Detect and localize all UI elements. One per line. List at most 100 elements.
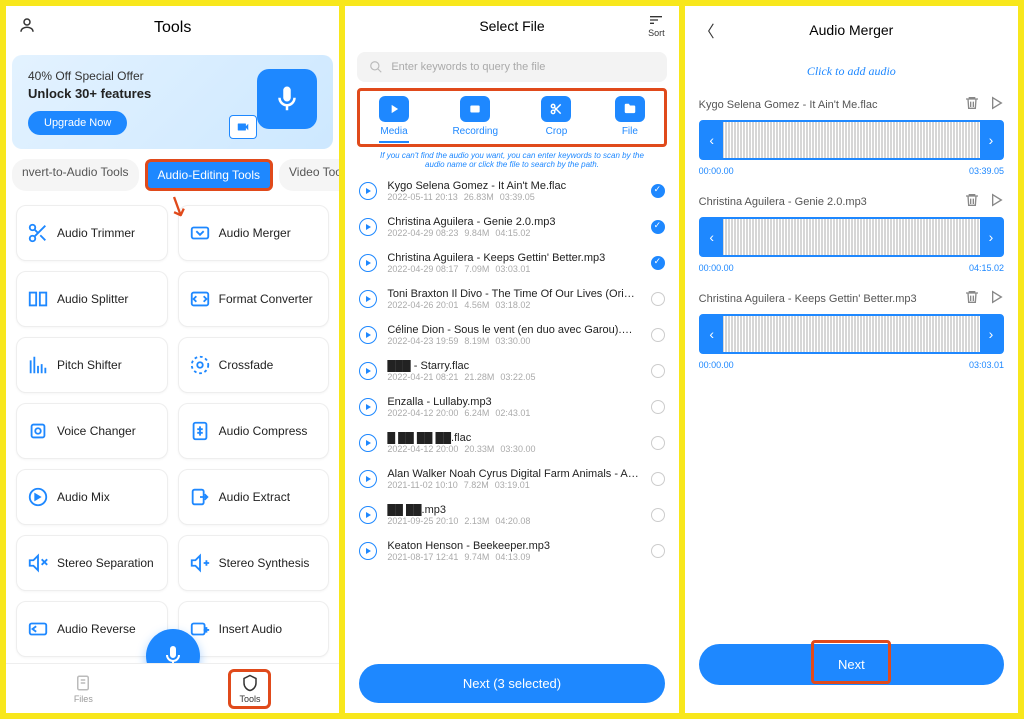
- next-button[interactable]: Next: [699, 644, 1004, 685]
- waveform-canvas: [723, 219, 980, 255]
- back-button[interactable]: 〈: [699, 18, 715, 42]
- tab-file[interactable]: File: [615, 96, 645, 143]
- play-icon[interactable]: [359, 362, 377, 380]
- profile-icon[interactable]: [18, 16, 36, 39]
- file-row[interactable]: Christina Aguilera - Keeps Gettin' Bette…: [345, 245, 678, 281]
- trim-right-handle[interactable]: ›: [980, 316, 1002, 352]
- tab-video-tools[interactable]: Video Tools: [279, 159, 339, 191]
- play-icon[interactable]: [359, 434, 377, 452]
- trim-left-handle[interactable]: ‹: [701, 316, 723, 352]
- play-icon[interactable]: [359, 542, 377, 560]
- search-placeholder: Enter keywords to query the file: [391, 61, 545, 73]
- tool-audio-extract[interactable]: Audio Extract: [178, 469, 330, 525]
- file-name: Keaton Henson - Beekeeper.mp3: [387, 540, 640, 552]
- waveform[interactable]: ‹ ›: [699, 314, 1004, 354]
- select-checkbox[interactable]: [651, 184, 665, 198]
- tool-insert-audio[interactable]: Insert Audio: [178, 601, 330, 657]
- select-checkbox[interactable]: [651, 400, 665, 414]
- file-info: Enzalla - Lullaby.mp3 2022-04-12 20:006.…: [387, 396, 640, 418]
- file-row[interactable]: Céline Dion - Sous le vent (en duo avec …: [345, 317, 678, 353]
- tool-pitch-shifter[interactable]: Pitch Shifter: [16, 337, 168, 393]
- add-audio-link[interactable]: Click to add audio: [685, 54, 1018, 89]
- play-icon[interactable]: [988, 95, 1004, 114]
- file-row[interactable]: Enzalla - Lullaby.mp3 2022-04-12 20:006.…: [345, 389, 678, 425]
- select-checkbox[interactable]: [651, 436, 665, 450]
- file-list[interactable]: Kygo Selena Gomez - It Ain't Me.flac 202…: [345, 173, 678, 654]
- tool-audio-merger[interactable]: Audio Merger: [178, 205, 330, 261]
- file-row[interactable]: Alan Walker Noah Cyrus Digital Farm Anim…: [345, 461, 678, 497]
- play-icon[interactable]: [359, 506, 377, 524]
- tool-audio-mix[interactable]: Audio Mix: [16, 469, 168, 525]
- waveform[interactable]: ‹ ›: [699, 217, 1004, 257]
- waveform-canvas: [723, 316, 980, 352]
- select-checkbox[interactable]: [651, 544, 665, 558]
- tab-convert-audio[interactable]: nvert-to-Audio Tools: [12, 159, 139, 191]
- select-checkbox[interactable]: [651, 328, 665, 342]
- trim-right-handle[interactable]: ›: [980, 122, 1002, 158]
- file-row[interactable]: ███ - Starry.flac 2022-04-21 08:2121.28M…: [345, 353, 678, 389]
- track-times: 00:00.0004:15.02: [699, 263, 1004, 273]
- tool-voice-changer[interactable]: Voice Changer: [16, 403, 168, 459]
- tool-stereo-synthesis[interactable]: Stereo Synthesis: [178, 535, 330, 591]
- tool-audio-compress[interactable]: Audio Compress: [178, 403, 330, 459]
- select-checkbox[interactable]: [651, 364, 665, 378]
- recording-icon: [460, 96, 490, 122]
- trim-left-handle[interactable]: ‹: [701, 219, 723, 255]
- waveform[interactable]: ‹ ›: [699, 120, 1004, 160]
- play-icon[interactable]: [359, 326, 377, 344]
- play-icon[interactable]: [359, 254, 377, 272]
- trim-left-handle[interactable]: ‹: [701, 122, 723, 158]
- play-icon[interactable]: [359, 218, 377, 236]
- compress-icon: [189, 420, 211, 442]
- next-button[interactable]: Next (3 selected): [359, 664, 664, 703]
- file-row[interactable]: ██ ██.mp3 2021-09-25 20:102.13M04:20.08: [345, 497, 678, 533]
- file-meta: 2022-04-29 08:177.09M03:03.01: [387, 264, 640, 274]
- sort-button[interactable]: Sort: [648, 14, 665, 38]
- tab-media[interactable]: Media: [379, 96, 409, 143]
- delete-icon[interactable]: [964, 289, 980, 308]
- upgrade-button[interactable]: Upgrade Now: [28, 111, 127, 135]
- select-checkbox[interactable]: [651, 292, 665, 306]
- play-icon[interactable]: [988, 192, 1004, 211]
- delete-icon[interactable]: [964, 95, 980, 114]
- tab-crop[interactable]: Crop: [541, 96, 571, 143]
- nav-files[interactable]: Files: [74, 674, 93, 704]
- file-row[interactable]: Keaton Henson - Beekeeper.mp3 2021-08-17…: [345, 533, 678, 569]
- play-icon[interactable]: [359, 290, 377, 308]
- search-input[interactable]: Enter keywords to query the file: [357, 52, 666, 82]
- file-row[interactable]: Christina Aguilera - Genie 2.0.mp3 2022-…: [345, 209, 678, 245]
- delete-icon[interactable]: [964, 192, 980, 211]
- voice-icon: [27, 420, 49, 442]
- select-checkbox[interactable]: [651, 220, 665, 234]
- play-icon[interactable]: [359, 470, 377, 488]
- trimmer-icon: [27, 222, 49, 244]
- promo-banner[interactable]: 40% Off Special Offer Unlock 30+ feature…: [12, 55, 333, 149]
- play-icon[interactable]: [359, 182, 377, 200]
- media-icon: [379, 96, 409, 122]
- select-checkbox[interactable]: [651, 256, 665, 270]
- nav-tools[interactable]: Tools: [228, 669, 271, 709]
- file-meta: 2022-04-26 20:014.56M03:18.02: [387, 300, 640, 310]
- trim-right-handle[interactable]: ›: [980, 219, 1002, 255]
- tool-audio-reverse[interactable]: Audio Reverse: [16, 601, 168, 657]
- tab-audio-editing[interactable]: Audio-Editing Tools: [145, 159, 274, 191]
- file-name: Alan Walker Noah Cyrus Digital Farm Anim…: [387, 468, 640, 480]
- file-row[interactable]: █ ██ ██ ██.flac 2022-04-12 20:0020.33M03…: [345, 425, 678, 461]
- tool-stereo-separation[interactable]: Stereo Separation: [16, 535, 168, 591]
- track-list: Kygo Selena Gomez - It Ain't Me.flac ‹ ›…: [685, 89, 1018, 380]
- tool-crossfade[interactable]: Crossfade: [178, 337, 330, 393]
- tool-audio-trimmer[interactable]: Audio Trimmer: [16, 205, 168, 261]
- pitch-icon: [27, 354, 49, 376]
- tool-format-converter[interactable]: Format Converter: [178, 271, 330, 327]
- file-row[interactable]: Kygo Selena Gomez - It Ain't Me.flac 202…: [345, 173, 678, 209]
- play-icon[interactable]: [359, 398, 377, 416]
- file-row[interactable]: Toni Braxton Il Divo - The Time Of Our L…: [345, 281, 678, 317]
- tool-audio-splitter[interactable]: Audio Splitter: [16, 271, 168, 327]
- synthesis-icon: [189, 552, 211, 574]
- play-icon[interactable]: [988, 289, 1004, 308]
- time-end: 03:39.05: [969, 166, 1004, 176]
- file-name: Toni Braxton Il Divo - The Time Of Our L…: [387, 288, 640, 300]
- select-checkbox[interactable]: [651, 472, 665, 486]
- tab-recording[interactable]: Recording: [452, 96, 498, 143]
- select-checkbox[interactable]: [651, 508, 665, 522]
